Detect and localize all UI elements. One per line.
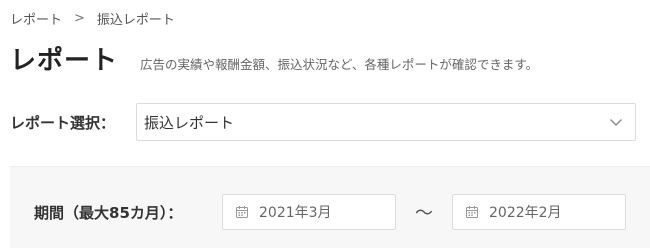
- page-title: レポート: [10, 46, 119, 76]
- report-select-label: レポート選択：: [10, 113, 116, 132]
- period-separator: 〜: [415, 203, 433, 224]
- breadcrumb-separator: >: [74, 11, 85, 26]
- report-select-dropdown[interactable]: 振込レポート: [136, 103, 636, 141]
- start-month-input[interactable]: 2021年3月: [222, 194, 396, 230]
- period-row: 期間（最大85カ月）： 2021年3月 〜 2022年2月: [34, 194, 626, 230]
- report-page: レポート > 振込レポート レポート 広告の実績や報酬金額、振込状況など、各種レ…: [0, 0, 650, 248]
- title-row: レポート 広告の実績や報酬金額、振込状況など、各種レポートが確認できます。: [10, 40, 538, 77]
- breadcrumb-item-transfer-report: 振込レポート: [96, 13, 175, 28]
- report-select-value: 振込レポート: [144, 113, 235, 132]
- breadcrumb-item-report[interactable]: レポート: [10, 9, 62, 28]
- calendar-icon: [235, 205, 249, 219]
- report-select-row: レポート選択： 振込レポート: [10, 103, 636, 141]
- calendar-icon: [465, 205, 479, 219]
- period-label: 期間（最大85カ月）：: [34, 203, 183, 222]
- breadcrumb: レポート > 振込レポート: [10, 9, 175, 28]
- end-month-value: 2022年2月: [489, 205, 562, 221]
- start-month-value: 2021年3月: [259, 205, 332, 221]
- end-month-input[interactable]: 2022年2月: [452, 194, 626, 230]
- chevron-down-icon: [609, 115, 623, 129]
- period-filter-panel: 期間（最大85カ月）： 2021年3月 〜 2022年2月: [10, 166, 650, 248]
- page-description: 広告の実績や報酬金額、振込状況など、各種レポートが確認できます。: [140, 57, 539, 72]
